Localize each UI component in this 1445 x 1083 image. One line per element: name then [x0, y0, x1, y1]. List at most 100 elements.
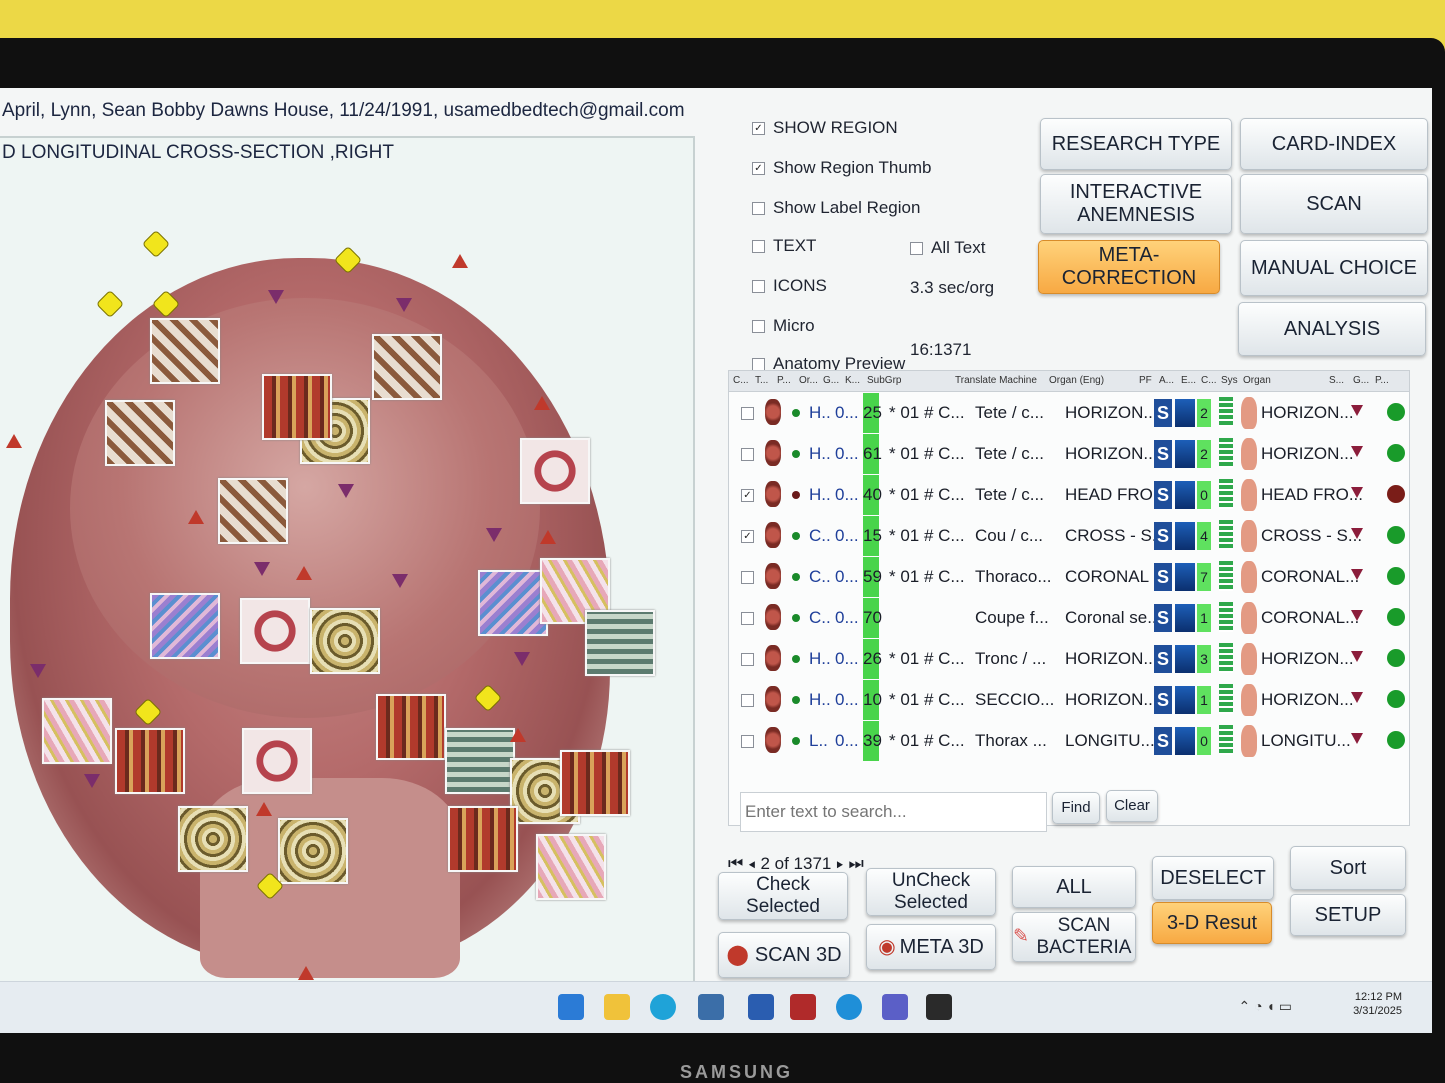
s-badge-icon[interactable]: S: [1154, 686, 1172, 714]
row-checkbox[interactable]: [741, 735, 754, 748]
tissue-thumbnail[interactable]: [520, 438, 590, 504]
column-header[interactable]: P...: [777, 375, 791, 386]
tissue-thumbnail[interactable]: [105, 400, 175, 466]
table-row[interactable]: ✓ H.. 0... 40 * 01 # C... Tete / c... HEAD FRO…: [729, 475, 1409, 515]
tissue-thumbnail[interactable]: [278, 818, 348, 884]
table-row[interactable]: C.. 0... 59 * 01 # C... Thoraco... CORONAL ..…: [729, 557, 1409, 597]
triangle-down-marker-icon[interactable]: [392, 574, 408, 588]
app-circle-icon[interactable]: [836, 994, 862, 1020]
triangle-marker-icon[interactable]: [452, 254, 468, 268]
column-header[interactable]: E...: [1181, 375, 1196, 386]
region-marker-icon[interactable]: [95, 289, 125, 319]
show-region-thumb-checkbox[interactable]: ✓: [752, 162, 765, 176]
triangle-down-marker-icon[interactable]: [486, 528, 502, 542]
triangle-down-marker-icon[interactable]: [30, 664, 46, 678]
tissue-thumbnail[interactable]: [262, 374, 332, 440]
tissue-thumbnail[interactable]: [478, 570, 548, 636]
uncheck-selected-button[interactable]: UnCheck Selected: [866, 868, 996, 916]
tissue-thumbnail[interactable]: [242, 728, 312, 794]
tissue-thumbnail[interactable]: [115, 728, 185, 794]
show-region-option[interactable]: ✓ SHOW REGION: [752, 118, 898, 138]
tissue-thumbnail[interactable]: [42, 698, 112, 764]
manual-choice-button[interactable]: MANUAL CHOICE: [1240, 240, 1428, 296]
app-dark-icon[interactable]: [926, 994, 952, 1020]
triangle-marker-icon[interactable]: [540, 530, 556, 544]
search-input[interactable]: [741, 793, 1045, 831]
pager-first-icon[interactable]: ⏮ ◂: [728, 854, 760, 873]
row-checkbox[interactable]: [741, 612, 754, 625]
column-header[interactable]: Sys: [1221, 375, 1238, 386]
all-text-checkbox[interactable]: [910, 242, 923, 256]
text-option[interactable]: TEXT: [752, 236, 816, 256]
s-badge-icon[interactable]: S: [1154, 522, 1172, 550]
research-type-button[interactable]: RESEARCH TYPE: [1040, 118, 1232, 170]
column-header[interactable]: SubGrp: [867, 375, 901, 386]
row-checkbox[interactable]: [741, 448, 754, 461]
check-selected-button[interactable]: Check Selected: [718, 872, 848, 920]
column-header[interactable]: C...: [1201, 375, 1217, 386]
tissue-thumbnail[interactable]: [372, 334, 442, 400]
scan-button[interactable]: SCAN: [1240, 174, 1428, 234]
tissue-thumbnail[interactable]: [240, 598, 310, 664]
column-header[interactable]: Organ: [1243, 375, 1271, 386]
row-checkbox[interactable]: ✓: [741, 489, 754, 502]
show-region-thumb-option[interactable]: ✓ Show Region Thumb: [752, 158, 931, 178]
column-header[interactable]: C...: [733, 375, 749, 386]
triangle-down-marker-icon[interactable]: [254, 562, 270, 576]
column-header[interactable]: T...: [755, 375, 768, 386]
table-row[interactable]: L.. 0... 39 * 01 # C... Thorax ... LONGITU...…: [729, 721, 1409, 761]
column-header[interactable]: G...: [823, 375, 839, 386]
analysis-button[interactable]: ANALYSIS: [1238, 302, 1426, 356]
triangle-marker-icon[interactable]: [188, 510, 204, 524]
column-header[interactable]: P...: [1375, 375, 1389, 386]
row-checkbox[interactable]: [741, 694, 754, 707]
table-row[interactable]: H.. 0... 10 * 01 # C... SECCIO... HORIZON... S…: [729, 680, 1409, 720]
app-m-icon[interactable]: [790, 994, 816, 1020]
triangle-down-marker-icon[interactable]: [268, 290, 284, 304]
meta-correction-button[interactable]: META-CORRECTION: [1038, 240, 1220, 294]
triangle-marker-icon[interactable]: [6, 434, 22, 448]
tissue-thumbnail[interactable]: [448, 806, 518, 872]
table-row[interactable]: H.. 0... 26 * 01 # C... Tronc / ... HORIZON..…: [729, 639, 1409, 679]
organ-results-grid[interactable]: C... T... P... Or... G... K... SubGrp Translate…: [728, 370, 1410, 826]
s-badge-icon[interactable]: S: [1154, 481, 1172, 509]
column-header[interactable]: G...: [1353, 375, 1369, 386]
table-row[interactable]: H.. 0... 25 * 01 # C... Tete / c... HORIZON..…: [729, 393, 1409, 433]
triangle-marker-icon[interactable]: [256, 802, 272, 816]
show-label-region-option[interactable]: Show Label Region: [752, 198, 920, 218]
clear-button[interactable]: Clear: [1106, 790, 1158, 822]
sort-button[interactable]: Sort: [1290, 846, 1406, 890]
tissue-thumbnail[interactable]: [585, 610, 655, 676]
s-badge-icon[interactable]: S: [1154, 399, 1172, 427]
tissue-thumbnail[interactable]: [560, 750, 630, 816]
app-l-icon[interactable]: [748, 994, 774, 1020]
teams-icon[interactable]: [882, 994, 908, 1020]
table-row[interactable]: ✓ C.. 0... 15 * 01 # C... Cou / c... CROSS - S…: [729, 516, 1409, 556]
text-checkbox[interactable]: [752, 240, 765, 254]
card-index-button[interactable]: CARD-INDEX: [1240, 118, 1428, 170]
triangle-down-marker-icon[interactable]: [84, 774, 100, 788]
tissue-thumbnail[interactable]: [445, 728, 515, 794]
row-checkbox[interactable]: ✓: [741, 530, 754, 543]
s-badge-icon[interactable]: S: [1154, 645, 1172, 673]
interactive-anemnesis-button[interactable]: INTERACTIVE ANEMNESIS: [1040, 174, 1232, 234]
tissue-thumbnail[interactable]: [376, 694, 446, 760]
micro-option[interactable]: Micro: [752, 316, 815, 336]
scan-bacteria-button[interactable]: ✎ SCAN BACTERIA: [1012, 912, 1136, 962]
table-row[interactable]: H.. 0... 61 * 01 # C... Tete / c... HORIZON..…: [729, 434, 1409, 474]
find-button[interactable]: Find: [1052, 792, 1100, 824]
anatomy-viewer[interactable]: D LONGITUDINAL CROSS-SECTION ,RIGHT: [0, 136, 695, 984]
meta-3d-button[interactable]: ◉ META 3D: [866, 924, 996, 970]
all-text-option[interactable]: All Text: [910, 238, 986, 258]
show-label-region-checkbox[interactable]: [752, 202, 765, 216]
system-tray-icons[interactable]: ⌃ ◔ ◖ ▭: [1238, 998, 1292, 1015]
triangle-down-marker-icon[interactable]: [514, 652, 530, 666]
s-badge-icon[interactable]: S: [1154, 727, 1172, 755]
row-checkbox[interactable]: [741, 653, 754, 666]
tissue-thumbnail[interactable]: [218, 478, 288, 544]
edge-icon[interactable]: [650, 994, 676, 1020]
search-box[interactable]: [740, 792, 1047, 832]
tissue-thumbnail[interactable]: [150, 593, 220, 659]
column-header[interactable]: A...: [1159, 375, 1174, 386]
3d-result-button[interactable]: 3-D Resut: [1152, 902, 1272, 944]
